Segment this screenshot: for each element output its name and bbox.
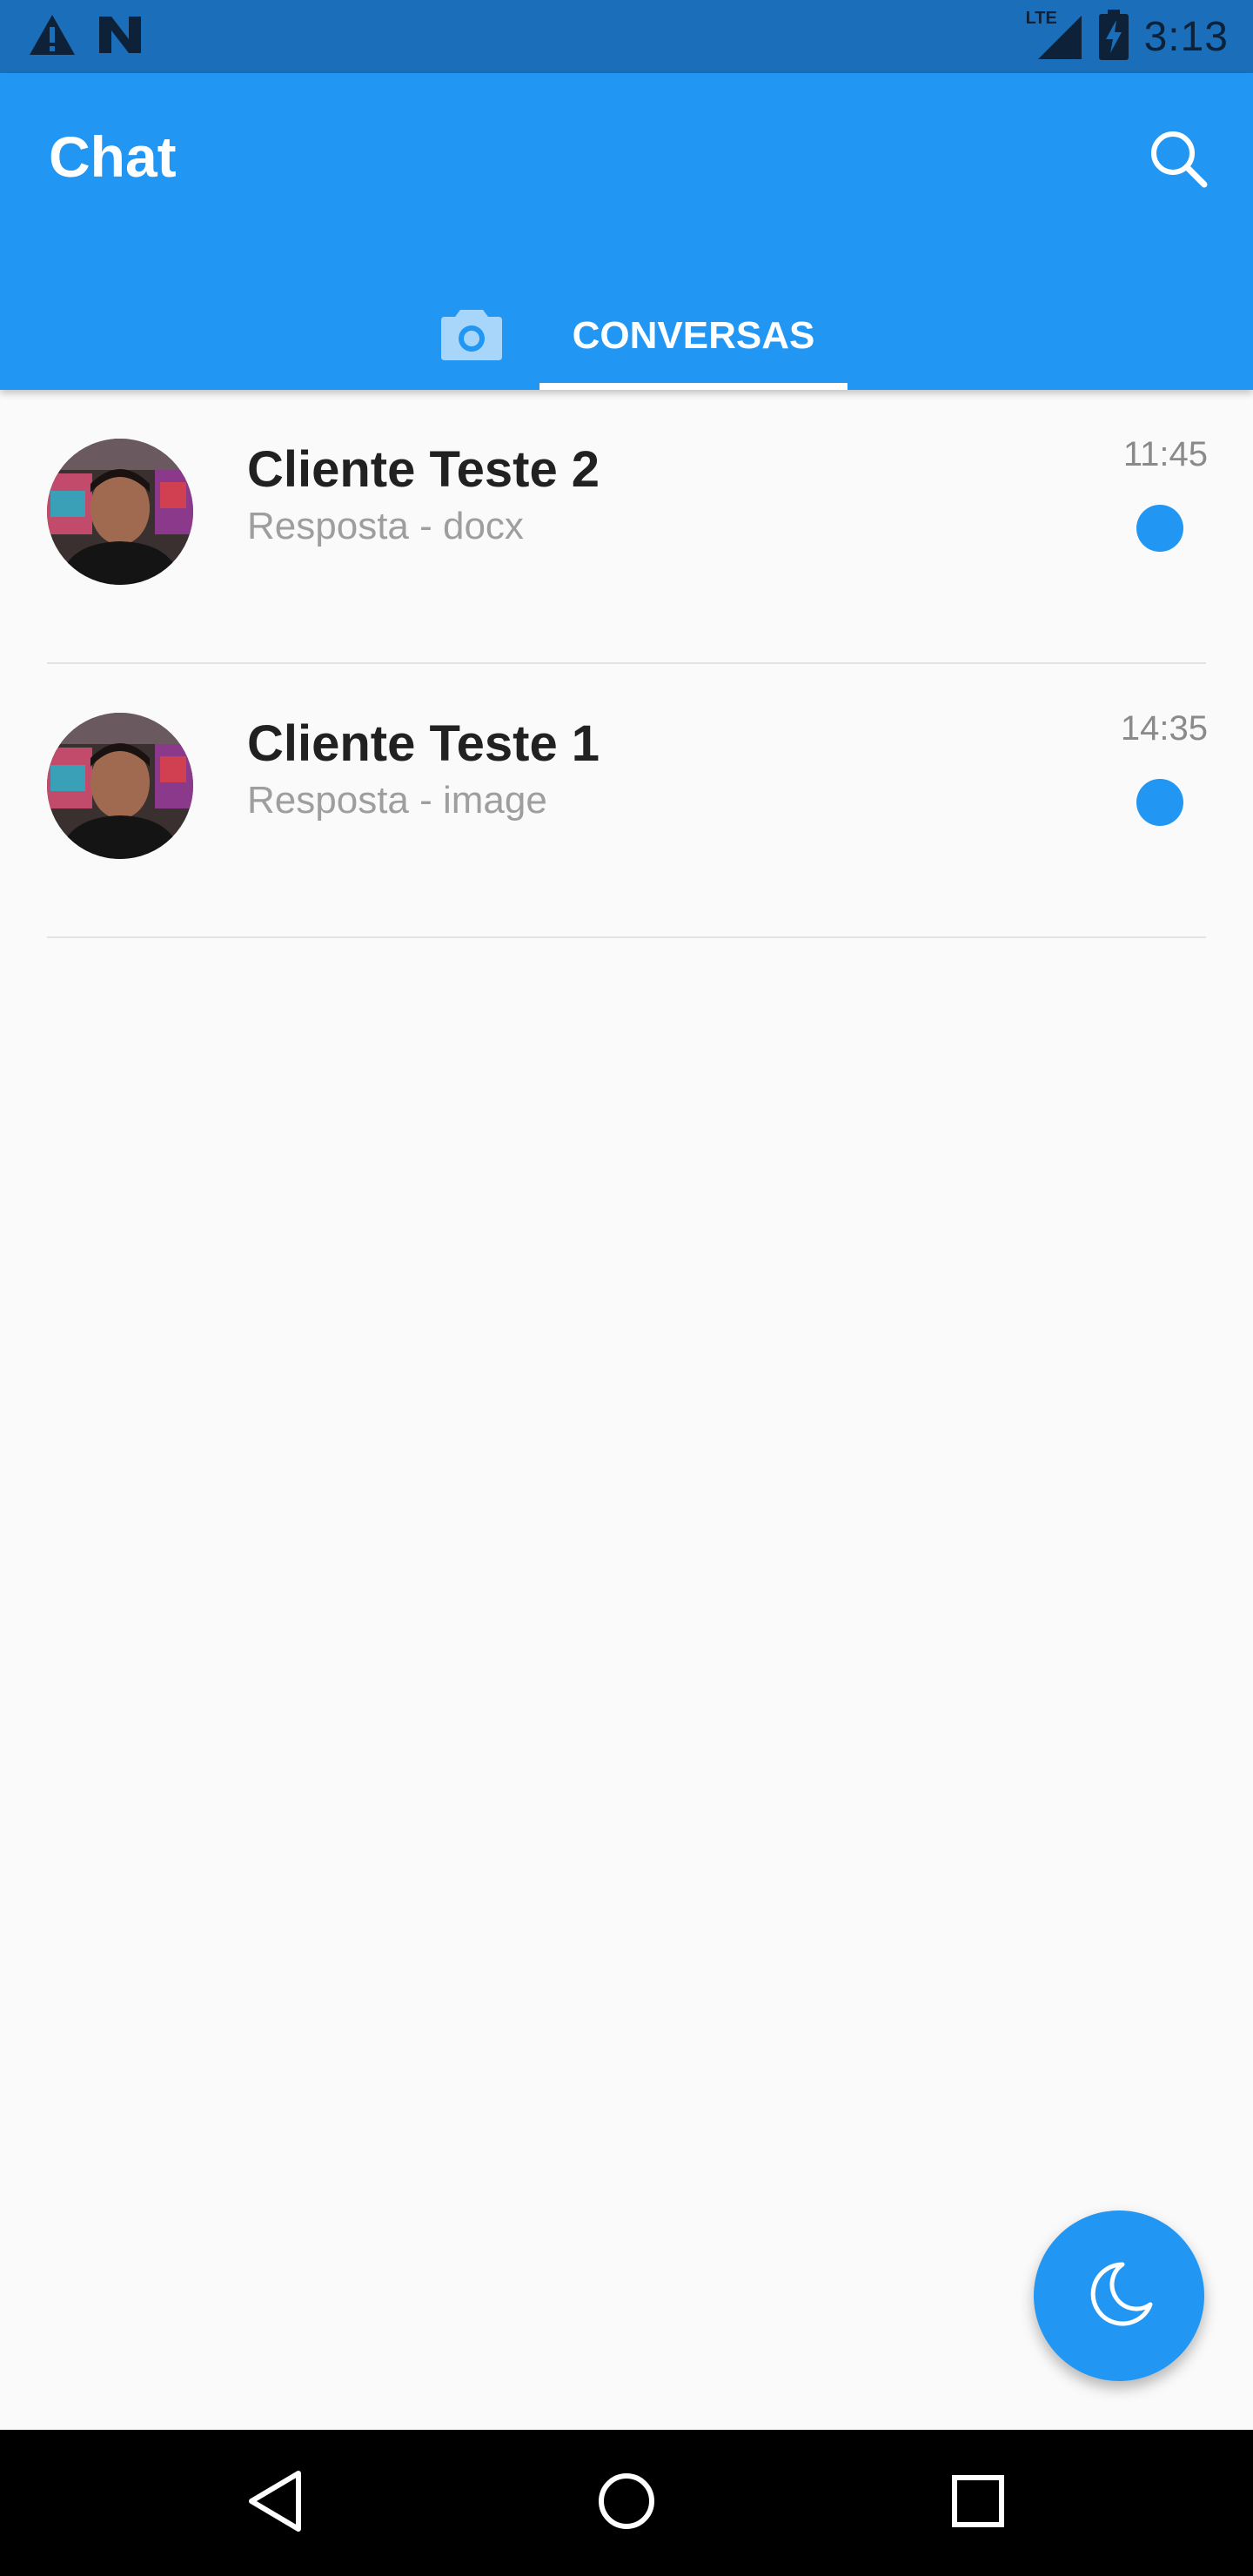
system-nav-bar (0, 2430, 1253, 2576)
conversation-time: 14:35 (1120, 709, 1208, 748)
warning-icon (28, 13, 77, 61)
search-icon (1147, 127, 1209, 194)
unread-indicator (1136, 505, 1183, 552)
recents-button[interactable] (935, 2459, 1022, 2546)
moon-icon (1082, 2257, 1156, 2335)
status-system: LTE 3:13 (1026, 9, 1229, 64)
network-type-label: LTE (1025, 9, 1057, 28)
status-time: 3:13 (1143, 13, 1229, 60)
lte-signal-icon: LTE (1026, 9, 1083, 61)
tab-indicator (539, 383, 848, 390)
conversation-item[interactable]: Cliente Teste 1 Resposta - image 14:35 (0, 664, 1253, 938)
camera-icon (439, 306, 504, 366)
n-notification-icon (96, 13, 144, 61)
search-button[interactable] (1142, 124, 1215, 197)
theme-toggle-button[interactable] (1034, 2210, 1204, 2381)
conversation-name: Cliente Teste 1 (247, 715, 600, 772)
divider (47, 936, 1206, 938)
avatar (47, 713, 193, 859)
conversation-preview: Resposta - image (247, 779, 547, 822)
back-icon (245, 2468, 305, 2539)
tab-bar: CONVERSAS (0, 282, 1253, 390)
conversation-name: Cliente Teste 2 (247, 441, 600, 498)
battery-charging-icon (1098, 9, 1129, 64)
conversation-item[interactable]: Cliente Teste 2 Resposta - docx 11:45 (0, 390, 1253, 664)
status-bar: LTE 3:13 (0, 0, 1253, 73)
home-icon (596, 2471, 657, 2536)
app-bar: Chat CONVERSAS (0, 73, 1253, 390)
tab-camera[interactable] (435, 282, 508, 390)
conversation-list: Cliente Teste 2 Resposta - docx 11:45 Cl… (0, 390, 1253, 938)
conversation-time: 11:45 (1122, 435, 1208, 473)
back-button[interactable] (231, 2459, 318, 2546)
home-button[interactable] (583, 2459, 670, 2546)
app-title: Chat (49, 124, 177, 189)
status-notifications (28, 12, 144, 61)
conversation-preview: Resposta - docx (247, 505, 524, 547)
unread-indicator (1136, 779, 1183, 826)
avatar (47, 439, 193, 585)
tab-conversas[interactable]: CONVERSAS (539, 282, 848, 390)
recents-icon (950, 2473, 1006, 2533)
